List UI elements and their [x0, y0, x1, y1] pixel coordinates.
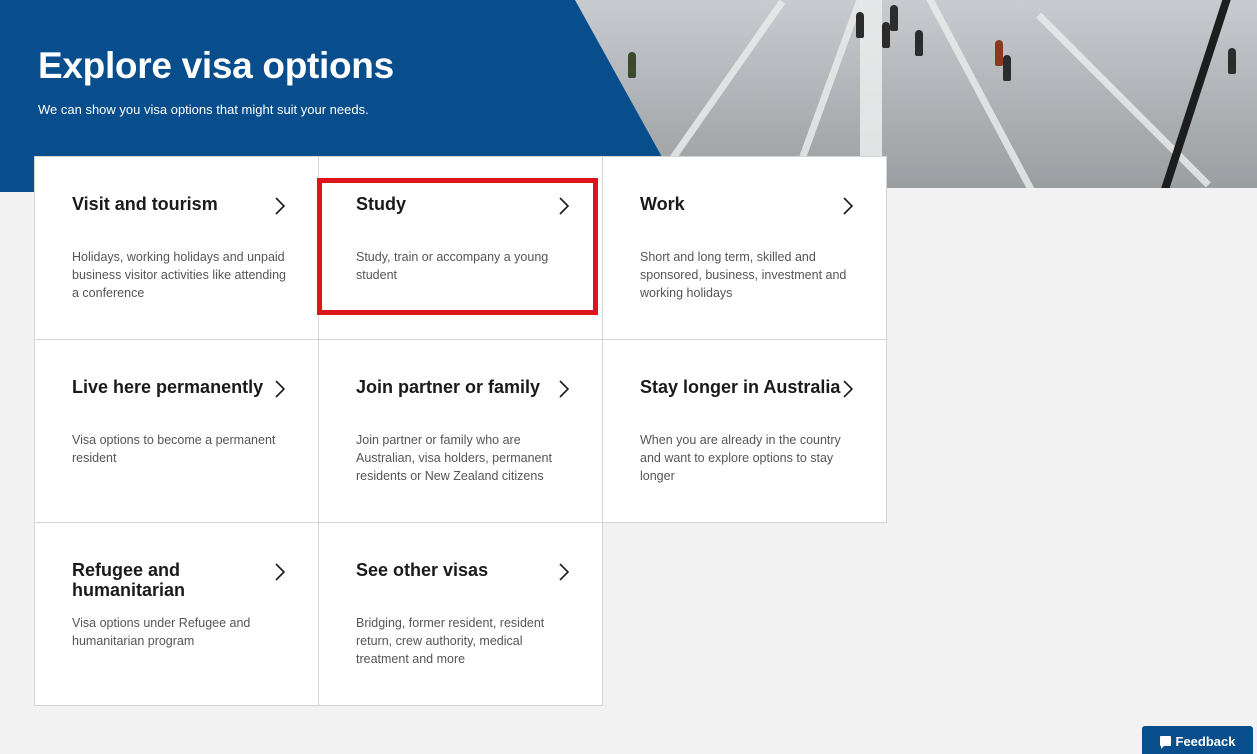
card-title: Join partner or family: [356, 377, 541, 397]
chevron-right-icon: [841, 380, 855, 398]
chevron-right-icon: [557, 563, 571, 581]
visa-card-other-visas[interactable]: See other visas Bridging, former residen…: [318, 522, 603, 706]
chevron-right-icon: [557, 197, 571, 215]
card-title: Stay longer in Australia: [640, 377, 841, 397]
card-description: Study, train or accompany a young studen…: [356, 250, 549, 282]
card-title: See other visas: [356, 560, 489, 580]
chevron-right-icon: [273, 563, 287, 581]
card-description: Join partner or family who are Australia…: [356, 433, 552, 483]
feedback-label: Feedback: [1175, 733, 1236, 749]
chevron-right-icon: [841, 197, 855, 215]
visa-options-grid: Visit and tourism Holidays, working holi…: [34, 156, 887, 706]
visa-card-stay-longer[interactable]: Stay longer in Australia When you are al…: [602, 339, 887, 523]
card-title: Visit and tourism: [72, 194, 218, 214]
card-title: Work: [640, 194, 685, 214]
speech-bubble-icon: [1159, 736, 1171, 749]
card-title: Study: [356, 194, 407, 214]
page-subtitle: We can show you visa options that might …: [38, 102, 369, 117]
feedback-button[interactable]: Feedback: [1142, 726, 1253, 754]
card-description: Visa options to become a permanent resid…: [72, 433, 276, 465]
visa-card-join-partner-family[interactable]: Join partner or family Join partner or f…: [318, 339, 603, 523]
chevron-right-icon: [557, 380, 571, 398]
card-description: When you are already in the country and …: [640, 433, 841, 483]
card-description: Visa options under Refugee and humanitar…: [72, 616, 251, 648]
card-title: Refugee and humanitarian: [72, 560, 186, 600]
visa-card-work[interactable]: Work Short and long term, skilled and sp…: [602, 156, 887, 340]
card-description: Holidays, working holidays and unpaid bu…: [72, 250, 286, 300]
page-title: Explore visa options: [38, 45, 394, 86]
visa-card-live-permanently[interactable]: Live here permanently Visa options to be…: [34, 339, 319, 523]
chevron-right-icon: [273, 380, 287, 398]
visa-card-study[interactable]: Study Study, train or accompany a young …: [318, 156, 603, 340]
card-description: Bridging, former resident, resident retu…: [356, 616, 545, 666]
card-title: Live here permanently: [72, 377, 264, 397]
chevron-right-icon: [273, 197, 287, 215]
card-description: Short and long term, skilled and sponsor…: [640, 250, 847, 300]
visa-card-visit-tourism[interactable]: Visit and tourism Holidays, working holi…: [34, 156, 319, 340]
visa-card-refugee-humanitarian[interactable]: Refugee and humanitarian Visa options un…: [34, 522, 319, 706]
